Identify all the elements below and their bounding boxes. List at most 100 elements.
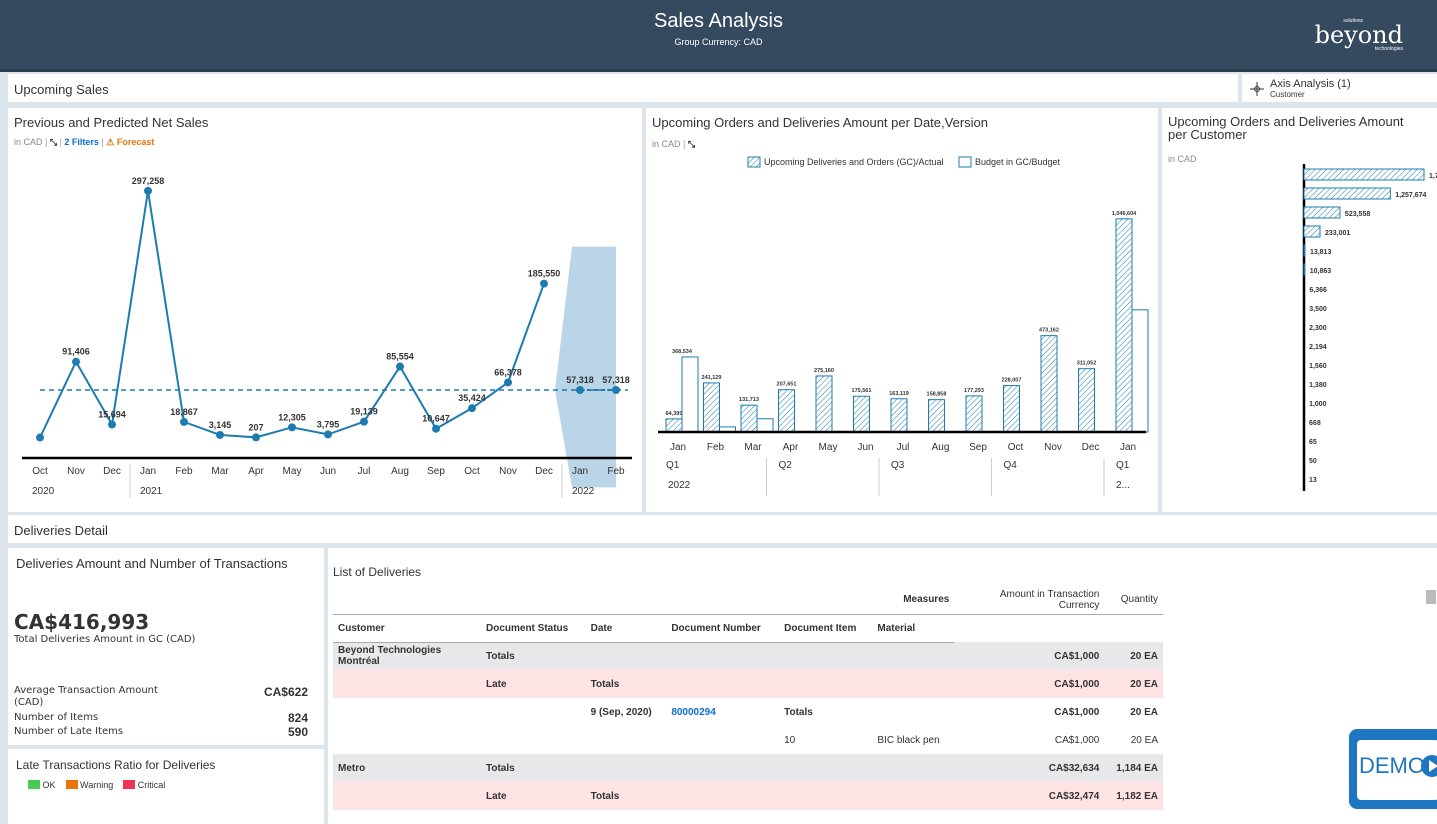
x-tick-label: Sep	[427, 466, 445, 477]
net-sales-card[interactable]: Previous and Predicted Net Sales in CAD …	[8, 108, 642, 512]
card-title: Upcoming Orders and Deliveries Amount pe…	[1168, 115, 1404, 141]
data-point[interactable]	[288, 423, 296, 432]
amount-header[interactable]: Amount in Transaction Currency	[954, 586, 1105, 615]
actual-bar-label: 177,293	[964, 388, 984, 394]
table-cell-customer	[333, 670, 481, 698]
table-row[interactable]: Late Totals CA$1,000 20 EA	[333, 670, 1163, 698]
data-point[interactable]	[252, 433, 260, 442]
table-cell-quantity: 20 EA	[1104, 642, 1163, 670]
table-cell-amount: CA$1,000	[1054, 706, 1100, 718]
data-label: 57,318	[602, 375, 630, 385]
per-customer-card[interactable]: Upcoming Orders and Deliveries Amount pe…	[1162, 108, 1437, 512]
data-point[interactable]	[360, 417, 368, 426]
table-cell-document-number[interactable]	[666, 670, 780, 698]
actual-bar[interactable]	[665, 418, 683, 433]
column-header[interactable]: Document Number	[666, 614, 780, 643]
actual-bar[interactable]	[890, 398, 908, 433]
data-label: 91,406	[62, 347, 90, 357]
customer-bar[interactable]	[1303, 225, 1321, 238]
table-row[interactable]: 9 (Sep, 2020) 80000294 Totals CA$1,000 20 EA	[333, 698, 1163, 726]
demo-text: DEMO	[1359, 753, 1425, 778]
table-row[interactable]: 10 BIC black pen CA$1,000 20 EA	[333, 726, 1163, 754]
budget-bar[interactable]	[1131, 309, 1149, 433]
table-cell-document-number[interactable]	[666, 726, 779, 754]
qty-header[interactable]: Quantity	[1104, 586, 1163, 615]
data-point[interactable]	[504, 378, 512, 387]
currency-label: in CAD	[1168, 154, 1197, 164]
data-point[interactable]	[396, 362, 404, 371]
actual-bar[interactable]	[1115, 218, 1133, 433]
card-title: Upcoming Orders and Deliveries Amount pe…	[652, 115, 988, 130]
actual-bar[interactable]	[928, 399, 945, 433]
data-point[interactable]	[540, 279, 548, 288]
actual-bar[interactable]	[1040, 335, 1058, 433]
actual-bar[interactable]	[778, 389, 795, 433]
legend-warning: Warning	[65, 780, 113, 790]
customer-bar[interactable]	[1303, 168, 1425, 181]
actual-bar[interactable]	[853, 395, 870, 433]
column-header[interactable]: Document Item	[779, 614, 873, 643]
data-label: 185,550	[528, 269, 561, 279]
actual-bar-label: 64,399	[666, 411, 683, 417]
column-header[interactable]: Material	[872, 614, 955, 643]
table-row[interactable]: Beyond Technologies Montréal Totals CA$1,0…	[333, 642, 1163, 670]
column-header[interactable]: Document Status	[481, 614, 586, 643]
deliveries-table[interactable]: Measures Amount in Transaction Currency …	[333, 586, 1163, 810]
data-point[interactable]	[612, 385, 620, 394]
legend-swatch	[28, 780, 40, 789]
orders-deliveries-chart[interactable]: Upcoming Deliveries and Orders (GC)/Actu…	[646, 152, 1158, 512]
actual-bar-label: 241,129	[702, 375, 722, 381]
customer-bar[interactable]	[1303, 206, 1341, 219]
data-label: 10,647	[422, 414, 450, 424]
kpi-card[interactable]: Deliveries Amount and Number of Transact…	[8, 548, 324, 745]
data-point[interactable]	[468, 404, 476, 413]
per-customer-chart[interactable]: 1,748,695 1,257,674 523,558 233,001 13,813 10…	[1162, 164, 1437, 504]
data-point[interactable]	[36, 433, 44, 442]
table-row[interactable]: Metro Totals CA$32,634 1,184 EA	[333, 754, 1163, 782]
axis-analysis-button[interactable]: Axis Analysis (1) Customer	[1242, 74, 1437, 102]
table-cell-document-number[interactable]	[666, 782, 780, 810]
column-header[interactable]: Date	[585, 614, 667, 643]
table-cell-status: Totals	[481, 754, 586, 782]
x-tick-label: Jan	[140, 466, 156, 477]
customer-bar[interactable]	[1303, 263, 1306, 276]
orders-deliveries-card[interactable]: Upcoming Orders and Deliveries Amount pe…	[646, 108, 1158, 512]
budget-bar[interactable]	[756, 418, 774, 433]
actual-bar[interactable]	[1003, 385, 1020, 433]
data-point[interactable]	[180, 417, 188, 426]
table-cell-quantity: 20 EA	[1130, 734, 1158, 746]
actual-bar-label: 158,858	[927, 392, 947, 398]
deliveries-table-card[interactable]: List of Deliveries Measures Amount in Tr…	[328, 548, 1437, 824]
net-sales-chart[interactable]: 91,406 15,694 297,258 18,867 3,145 207 12,305 3…	[8, 132, 642, 512]
actual-bar-label: 275,160	[814, 368, 834, 374]
customer-bar[interactable]	[1303, 187, 1391, 200]
demo-badge[interactable]: DEMO	[1349, 729, 1437, 809]
actual-bar[interactable]	[965, 395, 983, 433]
data-point[interactable]	[108, 420, 116, 429]
table-row[interactable]: Late Totals CA$32,474 1,182 EA	[333, 782, 1163, 810]
x-tick-label: Nov	[67, 466, 85, 477]
budget-bar[interactable]	[681, 356, 699, 433]
scrollbar-thumb[interactable]	[1426, 590, 1436, 604]
data-point[interactable]	[216, 430, 224, 439]
table-cell-document-number[interactable]	[666, 754, 780, 782]
late-ratio-card[interactable]: Late Transactions Ratio for Deliveries O…	[8, 749, 324, 824]
actual-bar[interactable]	[703, 382, 720, 433]
customer-bar[interactable]	[1303, 244, 1306, 257]
actual-bar[interactable]	[740, 404, 758, 433]
data-point[interactable]	[144, 186, 152, 195]
actual-bar[interactable]	[815, 375, 833, 433]
data-point[interactable]	[324, 430, 332, 439]
drill-icon[interactable]: ⤡	[688, 139, 695, 149]
table-cell-document-number[interactable]: 80000294	[666, 698, 779, 726]
x-tick-label: Jun	[320, 466, 336, 477]
x-tick-label: Dec	[103, 466, 121, 477]
data-point[interactable]	[432, 424, 440, 433]
data-point[interactable]	[576, 385, 584, 394]
data-point[interactable]	[72, 357, 80, 366]
late-items-label: Number of Late Items	[14, 726, 124, 737]
legend-actual-label: Upcoming Deliveries and Orders (GC)/Actu…	[764, 157, 944, 167]
actual-bar[interactable]	[1078, 368, 1095, 433]
table-cell-document-number[interactable]	[666, 642, 780, 670]
column-header[interactable]: Customer	[333, 614, 481, 643]
